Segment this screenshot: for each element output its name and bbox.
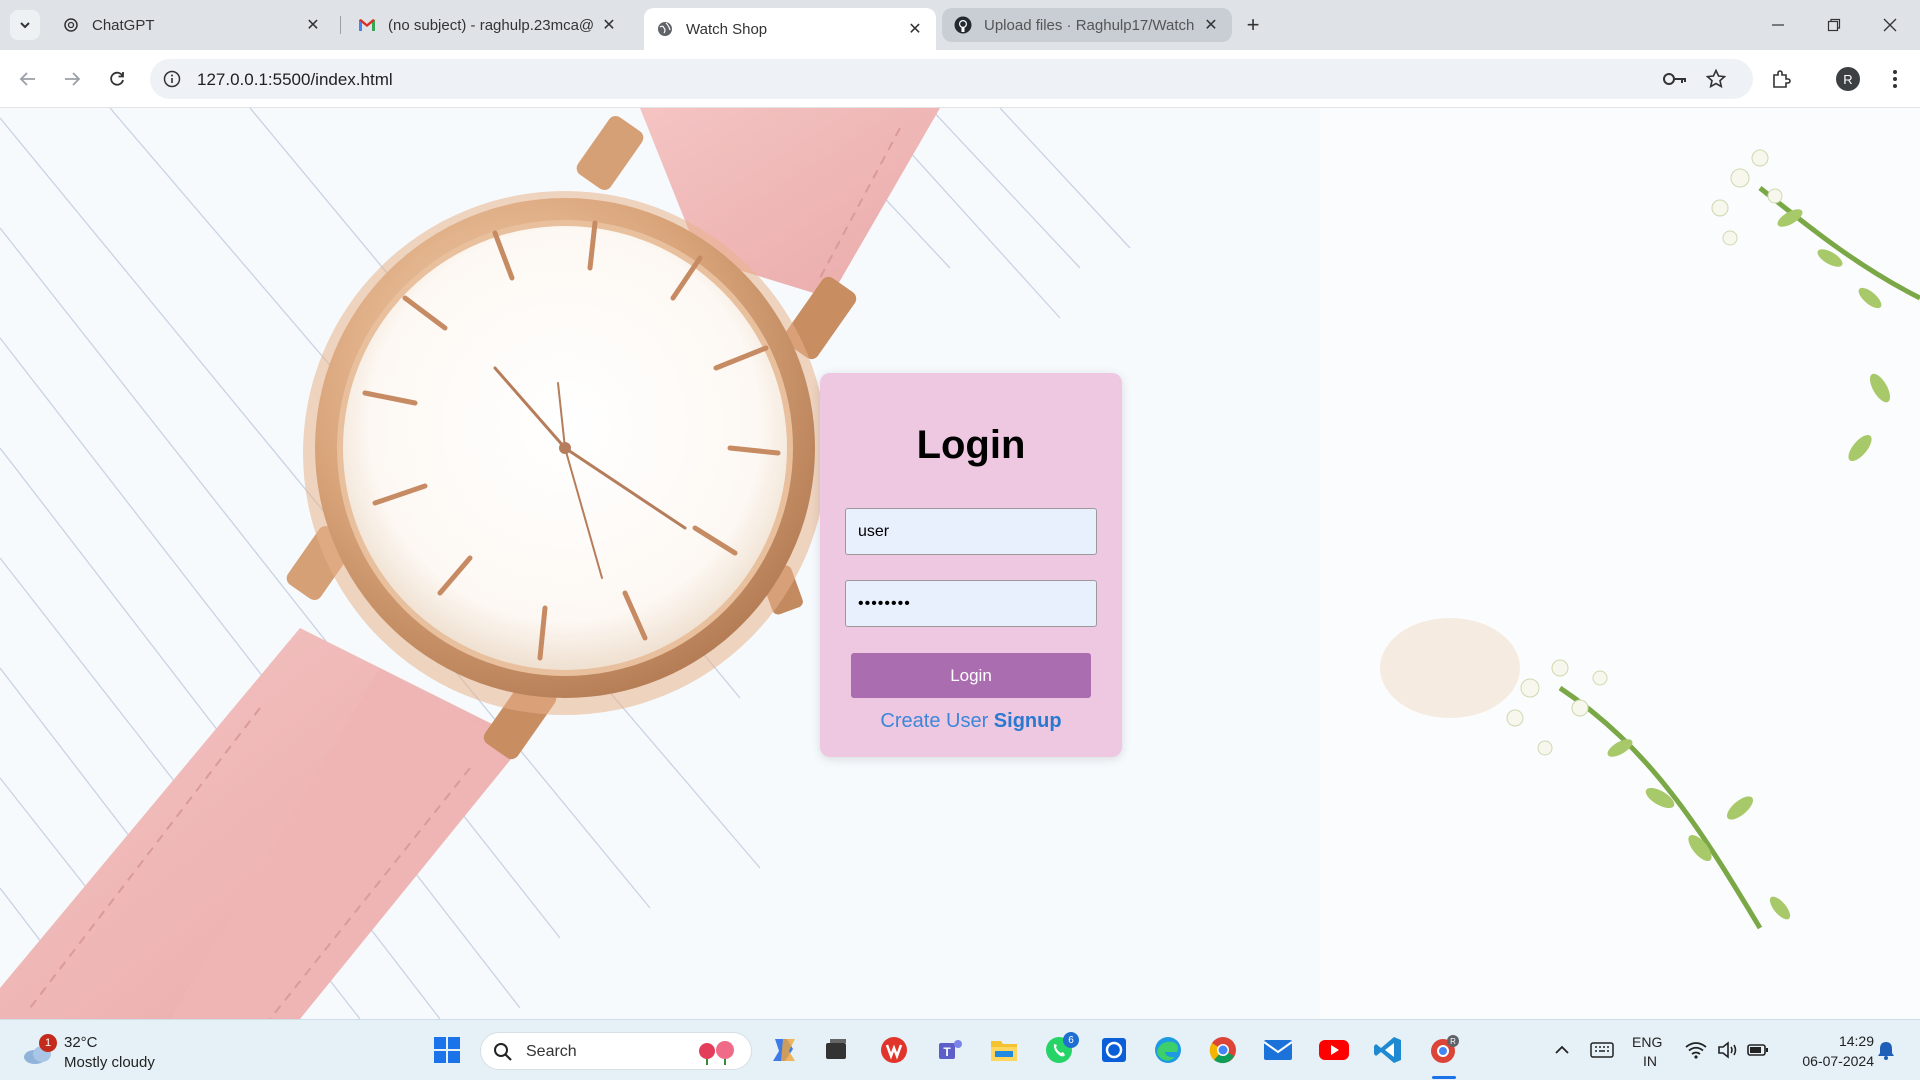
reload-button[interactable] bbox=[101, 63, 133, 95]
tab-strip: ChatGPT ✕ (no subject) - raghulp.23mca@ … bbox=[0, 0, 1920, 50]
signup-prefix-text: Create User bbox=[880, 710, 994, 732]
clock-time[interactable]: 14:29 bbox=[1828, 1033, 1874, 1049]
login-card: Login Login Create User Signup bbox=[820, 373, 1122, 757]
language-indicator[interactable]: ENG bbox=[1632, 1034, 1662, 1050]
login-button[interactable]: Login bbox=[851, 653, 1091, 698]
new-tab-button[interactable]: + bbox=[1240, 12, 1266, 38]
gmail-icon bbox=[358, 16, 376, 34]
chevron-down-icon bbox=[20, 22, 30, 29]
back-button[interactable] bbox=[12, 63, 44, 95]
github-icon bbox=[954, 16, 972, 34]
site-info-icon[interactable] bbox=[162, 69, 182, 89]
file-explorer-icon[interactable] bbox=[988, 1034, 1020, 1066]
tab-divider bbox=[340, 16, 341, 34]
close-icon[interactable]: ✕ bbox=[1202, 16, 1220, 34]
arrow-left-icon bbox=[19, 72, 35, 86]
close-icon bbox=[1883, 18, 1897, 32]
youtube-icon[interactable] bbox=[1318, 1034, 1350, 1066]
weather-condition: Mostly cloudy bbox=[64, 1054, 155, 1071]
search-label: Search bbox=[526, 1043, 577, 1060]
taskbar-search[interactable]: Search bbox=[480, 1032, 752, 1070]
weather-notification-badge: 1 bbox=[39, 1034, 57, 1052]
restore-icon bbox=[1827, 18, 1841, 32]
copilot-app-icon[interactable] bbox=[768, 1034, 800, 1066]
more-vertical-icon bbox=[1893, 70, 1897, 88]
password-input[interactable] bbox=[845, 580, 1097, 627]
tab-title: ChatGPT bbox=[92, 16, 155, 34]
page-content: Login Login Create User Signup bbox=[0, 108, 1920, 1019]
windows-logo-icon bbox=[434, 1037, 460, 1063]
active-app-indicator bbox=[1432, 1076, 1456, 1079]
tab-gmail[interactable]: (no subject) - raghulp.23mca@ ✕ bbox=[346, 8, 630, 42]
browser-menu-button[interactable] bbox=[1880, 64, 1910, 94]
arrow-right-icon bbox=[65, 72, 81, 86]
browser-window: ChatGPT ✕ (no subject) - raghulp.23mca@ … bbox=[0, 0, 1920, 1080]
tab-title: Upload files · Raghulp17/Watch bbox=[984, 16, 1195, 34]
extensions-button[interactable] bbox=[1766, 64, 1796, 94]
edge-browser-icon[interactable] bbox=[1152, 1034, 1184, 1066]
chrome-icon[interactable] bbox=[1207, 1034, 1239, 1066]
teams-icon[interactable]: T bbox=[934, 1034, 966, 1066]
notification-bell-icon[interactable] bbox=[1870, 1034, 1902, 1066]
roses-icon bbox=[699, 1041, 734, 1065]
forward-button[interactable] bbox=[56, 63, 88, 95]
browser-toolbar: 127.0.0.1:5500/index.html bbox=[0, 50, 1920, 108]
password-key-icon[interactable] bbox=[1663, 68, 1687, 90]
close-icon[interactable]: ✕ bbox=[304, 16, 322, 34]
profile-avatar[interactable]: R bbox=[1836, 67, 1860, 91]
wps-office-icon[interactable] bbox=[878, 1034, 910, 1066]
watch-face bbox=[303, 191, 827, 715]
close-icon[interactable]: ✕ bbox=[600, 16, 618, 34]
start-button[interactable] bbox=[431, 1034, 463, 1066]
restore-button[interactable] bbox=[1806, 0, 1862, 50]
chevron-up-icon bbox=[1555, 1045, 1569, 1054]
tab-title: Watch Shop bbox=[686, 20, 768, 38]
weather-widget[interactable]: 1 32°C Mostly cloudy bbox=[22, 1028, 172, 1074]
address-bar[interactable]: 127.0.0.1:5500/index.html bbox=[150, 59, 1753, 99]
signup-line: Create User Signup bbox=[820, 710, 1122, 733]
whatsapp-badge: 6 bbox=[1063, 1032, 1079, 1048]
clock-date[interactable]: 06-07-2024 bbox=[1786, 1053, 1874, 1069]
tab-github-upload[interactable]: Upload files · Raghulp17/Watch ✕ bbox=[942, 8, 1232, 42]
mail-icon[interactable] bbox=[1262, 1034, 1294, 1066]
vscode-icon[interactable] bbox=[1372, 1034, 1404, 1066]
chrome-profile-icon[interactable]: R bbox=[1428, 1034, 1460, 1066]
search-icon bbox=[494, 1043, 512, 1061]
tab-chatgpt[interactable]: ChatGPT ✕ bbox=[50, 8, 334, 42]
close-icon[interactable]: ✕ bbox=[906, 20, 924, 38]
bookmark-star-icon[interactable] bbox=[1704, 68, 1728, 90]
task-view-icon[interactable] bbox=[820, 1034, 852, 1066]
battery-icon[interactable] bbox=[1742, 1034, 1774, 1066]
security-app-icon[interactable] bbox=[1098, 1034, 1130, 1066]
tab-watch-shop[interactable]: Watch Shop ✕ bbox=[644, 8, 936, 50]
minimize-icon bbox=[1772, 24, 1784, 26]
svg-text:T: T bbox=[943, 1045, 951, 1059]
reload-icon bbox=[110, 71, 124, 86]
chatgpt-icon bbox=[62, 16, 80, 34]
show-hidden-icons-button[interactable] bbox=[1546, 1034, 1578, 1066]
wifi-icon[interactable] bbox=[1680, 1034, 1712, 1066]
username-input[interactable] bbox=[845, 508, 1097, 555]
weather-temperature: 32°C bbox=[64, 1034, 98, 1051]
globe-icon bbox=[656, 20, 674, 38]
login-title: Login bbox=[916, 423, 1026, 467]
keyboard-icon[interactable] bbox=[1586, 1034, 1618, 1066]
minimize-button[interactable] bbox=[1750, 0, 1806, 50]
signup-link[interactable]: Signup bbox=[994, 710, 1062, 732]
tab-title: (no subject) - raghulp.23mca@ bbox=[388, 16, 595, 34]
language-region: IN bbox=[1643, 1053, 1657, 1069]
volume-icon[interactable] bbox=[1712, 1034, 1744, 1066]
windows-taskbar: 1 32°C Mostly cloudy Search T 6 R ENG IN… bbox=[0, 1019, 1920, 1080]
close-window-button[interactable] bbox=[1862, 0, 1918, 50]
puzzle-icon bbox=[1773, 70, 1791, 88]
svg-text:R: R bbox=[1450, 1037, 1456, 1046]
url-text[interactable]: 127.0.0.1:5500/index.html bbox=[197, 70, 393, 90]
tab-search-button[interactable] bbox=[10, 10, 40, 40]
